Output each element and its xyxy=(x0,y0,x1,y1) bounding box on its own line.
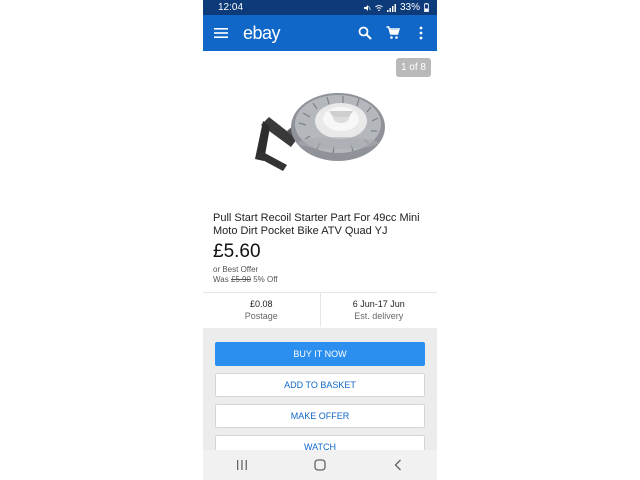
action-panel: BUY IT NOW ADD TO BASKET MAKE OFFER WATC… xyxy=(203,328,437,459)
was-price-line: Was £5.90 5% Off xyxy=(213,275,278,284)
delivery-label: Est. delivery xyxy=(354,311,404,321)
recent-apps-icon[interactable] xyxy=(227,455,257,475)
search-icon[interactable] xyxy=(357,25,373,41)
delivery-value: 6 Jun-17 Jun xyxy=(352,299,405,309)
home-icon[interactable] xyxy=(305,455,335,475)
status-time: 12:04 xyxy=(218,2,244,13)
gallery-counter: 1 of 8 xyxy=(395,58,431,77)
make-offer-button[interactable]: MAKE OFFER xyxy=(215,404,425,428)
add-to-basket-button[interactable]: ADD TO BASKET xyxy=(215,373,425,397)
delivery-cell[interactable]: 6 Jun-17 Jun Est. delivery xyxy=(319,293,438,327)
postage-label: Postage xyxy=(244,311,278,321)
signal-icon xyxy=(386,3,396,12)
mute-icon xyxy=(363,4,371,11)
back-icon[interactable] xyxy=(383,455,413,475)
battery-percent: 33% xyxy=(399,2,420,13)
system-nav-bar xyxy=(203,450,437,480)
product-image-gallery[interactable]: 1 of 8 xyxy=(203,51,437,201)
shipping-info: £0.08 Postage 6 Jun-17 Jun Est. delivery xyxy=(203,292,437,327)
was-label: Was xyxy=(213,275,229,284)
discount-label: 5% Off xyxy=(253,275,278,284)
wifi-icon xyxy=(375,4,383,11)
was-price: £5.90 xyxy=(230,275,251,284)
status-bar: 12:04 33% xyxy=(203,0,437,15)
cart-icon[interactable] xyxy=(385,25,401,41)
phone-screen: 12:04 33% ebay 1 of 8 Pull Start Recoil … xyxy=(203,0,437,480)
battery-icon xyxy=(424,3,429,12)
listing-title: Pull Start Recoil Starter Part For 49cc … xyxy=(213,212,420,237)
postage-value: £0.08 xyxy=(249,299,273,309)
more-icon[interactable] xyxy=(413,25,429,41)
menu-icon[interactable] xyxy=(213,25,229,41)
buy-it-now-button[interactable]: BUY IT NOW xyxy=(215,342,425,366)
best-offer-label: or Best Offer xyxy=(213,265,259,274)
listing-price: £5.60 xyxy=(213,241,261,262)
postage-cell[interactable]: £0.08 Postage xyxy=(203,293,320,327)
ebay-logo[interactable]: ebay xyxy=(243,23,281,44)
app-bar: ebay xyxy=(203,15,437,51)
status-indicators: 33% xyxy=(363,2,429,13)
